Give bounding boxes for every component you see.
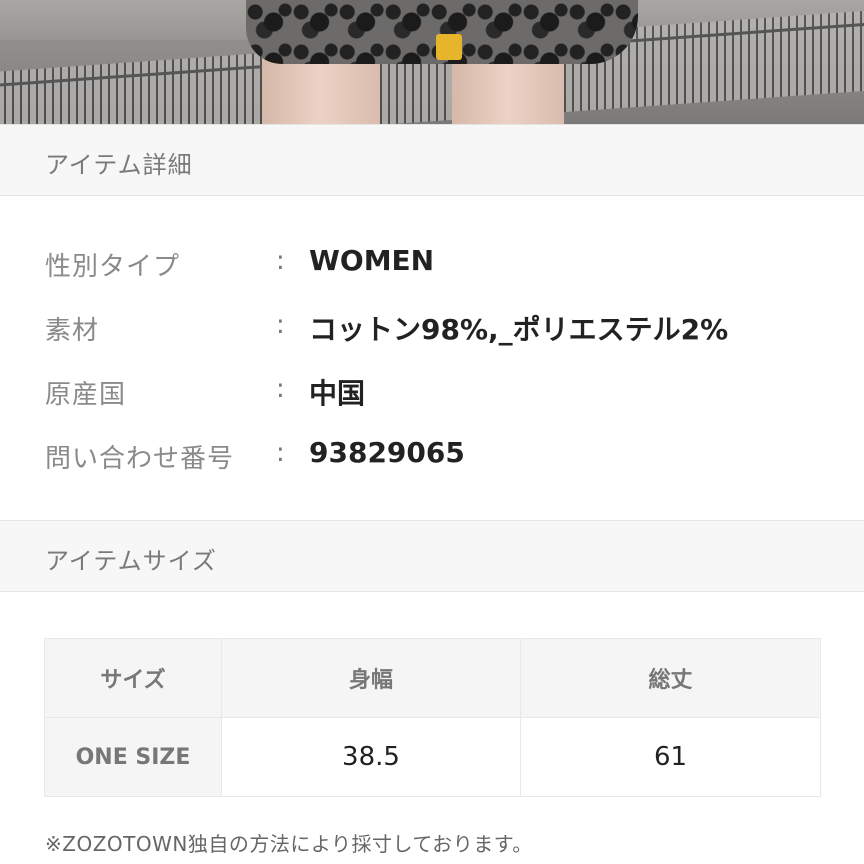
- table-row: ONE SIZE 38.5 61: [44, 717, 821, 797]
- measurement-note: ※ZOZOTOWN独自の方法により採寸しております。: [45, 832, 533, 856]
- item-details-heading: アイテム詳細: [45, 151, 193, 179]
- detail-row-origin: 原産国 : 中国: [0, 370, 864, 410]
- detail-separator: :: [276, 246, 285, 276]
- detail-row-gender: 性別タイプ : WOMEN: [0, 242, 864, 282]
- length-column-header: 総丈: [520, 638, 821, 718]
- width-column-header: 身幅: [221, 638, 521, 718]
- item-size-header: アイテムサイズ: [0, 520, 864, 592]
- detail-value: 93829065: [309, 436, 465, 469]
- detail-label: 原産国: [45, 380, 127, 410]
- item-details-header: アイテム詳細: [0, 124, 864, 196]
- detail-row-material: 素材 : コットン98%,_ポリエステル2%: [0, 306, 864, 346]
- detail-label: 問い合わせ番号: [45, 444, 235, 474]
- detail-separator: :: [276, 374, 285, 404]
- detail-separator: :: [276, 310, 285, 340]
- detail-value: 中国: [309, 377, 366, 410]
- detail-label: 素材: [45, 316, 100, 346]
- product-photo: [0, 0, 864, 124]
- width-cell: 38.5: [221, 717, 521, 797]
- length-cell: 61: [520, 717, 821, 797]
- item-size-heading: アイテムサイズ: [45, 547, 217, 575]
- detail-value: WOMEN: [309, 244, 435, 277]
- detail-row-inquiry-number: 問い合わせ番号 : 93829065: [0, 434, 864, 474]
- detail-label: 性別タイプ: [45, 252, 181, 282]
- size-table: サイズ 身幅 総丈 ONE SIZE 38.5 61: [44, 638, 821, 797]
- size-table-header-row: サイズ 身幅 総丈: [44, 638, 821, 718]
- size-column-header: サイズ: [44, 638, 222, 718]
- detail-value: コットン98%,_ポリエステル2%: [309, 313, 729, 346]
- detail-separator: :: [276, 438, 285, 468]
- size-cell: ONE SIZE: [44, 717, 222, 797]
